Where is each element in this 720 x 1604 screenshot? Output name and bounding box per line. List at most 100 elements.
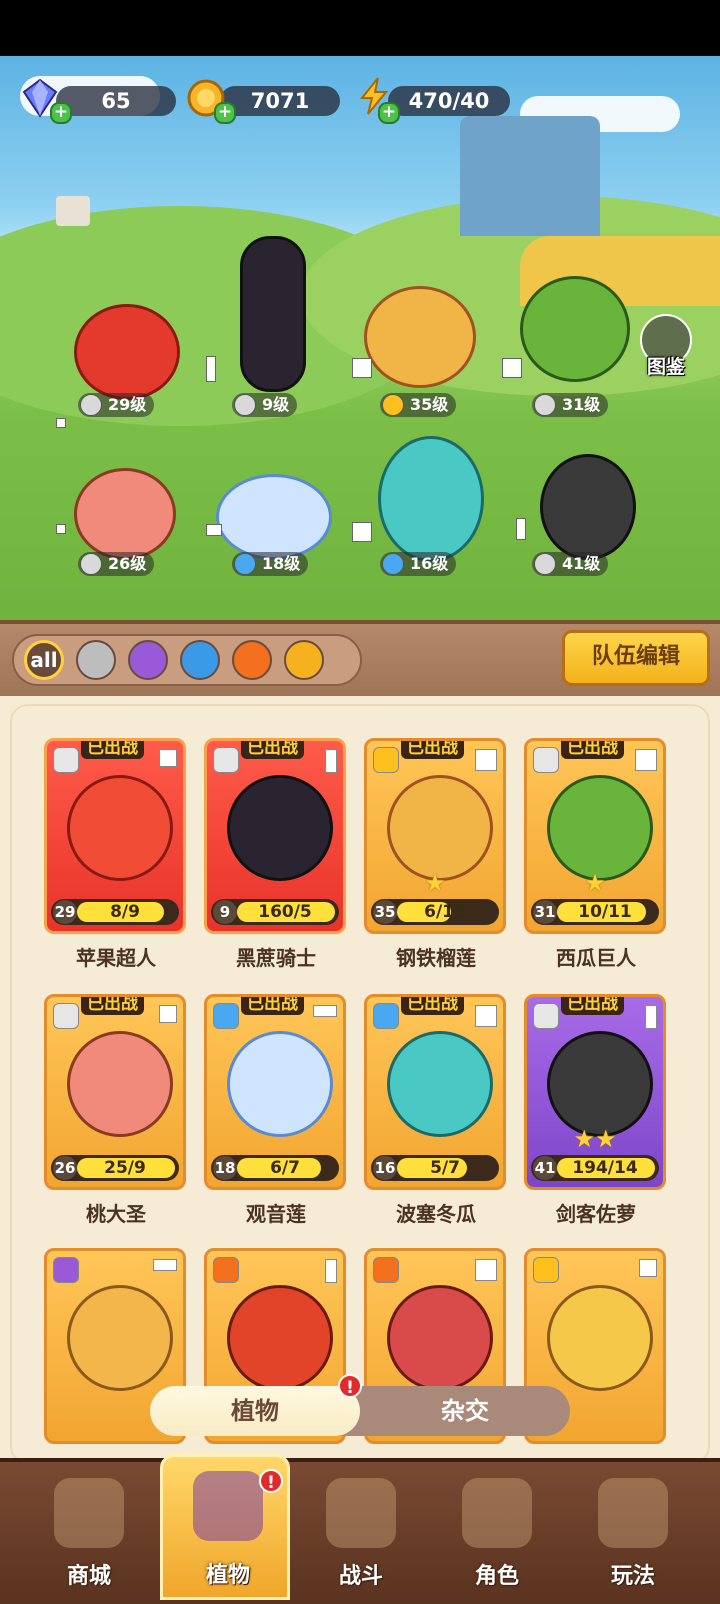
slot-icon: [475, 1005, 497, 1027]
hero-art: [74, 304, 180, 400]
slot-marker: [516, 518, 526, 540]
card-level: 41: [533, 1156, 557, 1180]
slot-icon: [635, 749, 657, 771]
lightning-icon: [382, 394, 404, 416]
team-hero-8[interactable]: [530, 446, 650, 560]
lightning-icon: [373, 747, 399, 773]
plant-card[interactable]: 已出战 ★ 35 6/11: [364, 738, 506, 934]
card-name: 观音莲: [246, 1202, 306, 1226]
card-level: 18: [213, 1156, 237, 1180]
add-energy-button[interactable]: +: [378, 102, 400, 124]
progress-text: 25/9: [104, 1158, 146, 1178]
add-gems-button[interactable]: +: [50, 102, 72, 124]
nav-plants[interactable]: ! 植物: [160, 1454, 290, 1600]
plant-card[interactable]: 已出战 18 6/7: [204, 994, 346, 1190]
team-edit-button[interactable]: 队伍编辑: [562, 630, 710, 686]
card-name: 黑蔗骑士: [236, 946, 316, 970]
slot-icon: [645, 1005, 657, 1029]
card-level: 16: [373, 1156, 397, 1180]
filter-water-button[interactable]: [180, 640, 220, 680]
sword-icon: [534, 394, 556, 416]
hero-art: [364, 286, 476, 388]
filter-sword-button[interactable]: [76, 640, 116, 680]
filter-all-button[interactable]: all: [24, 640, 64, 680]
battle-icon: [326, 1478, 396, 1548]
hero-art: [216, 474, 332, 560]
status-bar: [0, 0, 720, 56]
plant-art: [547, 1031, 653, 1137]
slot-icon: [153, 1259, 177, 1271]
hero-art: [540, 454, 636, 560]
card-level: 29: [53, 900, 77, 924]
team-hero-7[interactable]: [364, 436, 484, 566]
plant-card[interactable]: 已出战 ★★ 41 194/14: [524, 994, 666, 1190]
hero-level: 41级: [532, 552, 609, 576]
card-name: 波塞冬瓜: [396, 1202, 476, 1226]
nav-shop[interactable]: 商城: [24, 1472, 154, 1596]
plants-tab[interactable]: 植物: [150, 1386, 360, 1436]
bottom-nav: 商城 ! 植物 战斗 角色 玩法: [0, 1454, 720, 1604]
plant-collection-panel: 已出战 29 8/9 苹果超人 已出战 9 160/5 黑蔗骑士 已出战 ★ 3…: [0, 696, 720, 1458]
plant-art: [67, 775, 173, 881]
potion-icon: [53, 1257, 79, 1283]
slot-icon: [313, 1005, 337, 1017]
sword-icon: [234, 394, 256, 416]
plant-art: [67, 1031, 173, 1137]
nav-character[interactable]: 角色: [432, 1472, 562, 1596]
plant-card[interactable]: 已出战 ★ 31 10/11: [524, 738, 666, 934]
team-hero-1[interactable]: [62, 294, 182, 404]
team-hero-5[interactable]: [62, 456, 182, 566]
progress-text: 8/9: [110, 902, 140, 922]
plant-art: [67, 1285, 173, 1391]
star-rating: ★★: [573, 1125, 617, 1153]
card-progress: 31 10/11: [531, 899, 659, 925]
coins-counter: 7071: [220, 86, 340, 116]
plant-art: [387, 1031, 493, 1137]
plant-card[interactable]: 已出战 29 8/9: [44, 738, 186, 934]
star-rating: ★: [424, 869, 446, 897]
progress-text: 5/7: [430, 1158, 460, 1178]
team-hero-4[interactable]: [510, 266, 630, 382]
plant-art: [387, 1285, 493, 1391]
nav-gameplay[interactable]: 玩法: [568, 1472, 698, 1596]
hero-level: 31级: [532, 393, 609, 417]
nav-battle[interactable]: 战斗: [296, 1472, 426, 1596]
atlas-label: 图鉴: [646, 356, 685, 378]
distant-house: [56, 196, 90, 226]
card-progress: 9 160/5: [211, 899, 339, 925]
filter-potion-button[interactable]: [128, 640, 168, 680]
filter-lightning-button[interactable]: [284, 640, 324, 680]
shop-icon: [54, 1478, 124, 1548]
lightning-icon: [533, 1257, 559, 1283]
plant-card[interactable]: 已出战 9 160/5: [204, 738, 346, 934]
slot-marker: [56, 418, 66, 428]
card-progress: 35 6/11: [371, 899, 499, 925]
notification-badge: !: [259, 1469, 283, 1493]
gems-counter: 65: [56, 86, 176, 116]
slot-marker: [352, 358, 372, 378]
slot-icon: [475, 1259, 497, 1281]
filter-bar: all 队伍编辑: [0, 620, 720, 700]
character-icon: [462, 1478, 532, 1548]
progress-text: 6/11: [424, 902, 466, 922]
deployed-tag: 已出战: [81, 741, 144, 759]
plant-card[interactable]: 已出战 16 5/7: [364, 994, 506, 1190]
hybrid-tab[interactable]: 杂交: [360, 1386, 570, 1436]
deployed-tag: 已出战: [81, 997, 144, 1015]
atlas-button[interactable]: 图鉴: [636, 314, 696, 378]
plant-card[interactable]: 已出战 26 25/9: [44, 994, 186, 1190]
sword-icon: [80, 394, 102, 416]
card-progress: 16 5/7: [371, 1155, 499, 1181]
hero-art: [520, 276, 630, 382]
nav-label: 玩法: [610, 1564, 655, 1589]
team-hero-2[interactable]: [210, 236, 330, 396]
hero-level: 16级: [380, 552, 457, 576]
card-progress: 26 25/9: [51, 1155, 179, 1181]
slot-icon: [159, 1005, 177, 1023]
card-level: 31: [533, 900, 557, 924]
filter-fire-button[interactable]: [232, 640, 272, 680]
card-level: 35: [373, 900, 397, 924]
team-hero-3[interactable]: [354, 276, 476, 388]
add-coins-button[interactable]: +: [214, 102, 236, 124]
card-name: 西瓜巨人: [556, 946, 636, 970]
